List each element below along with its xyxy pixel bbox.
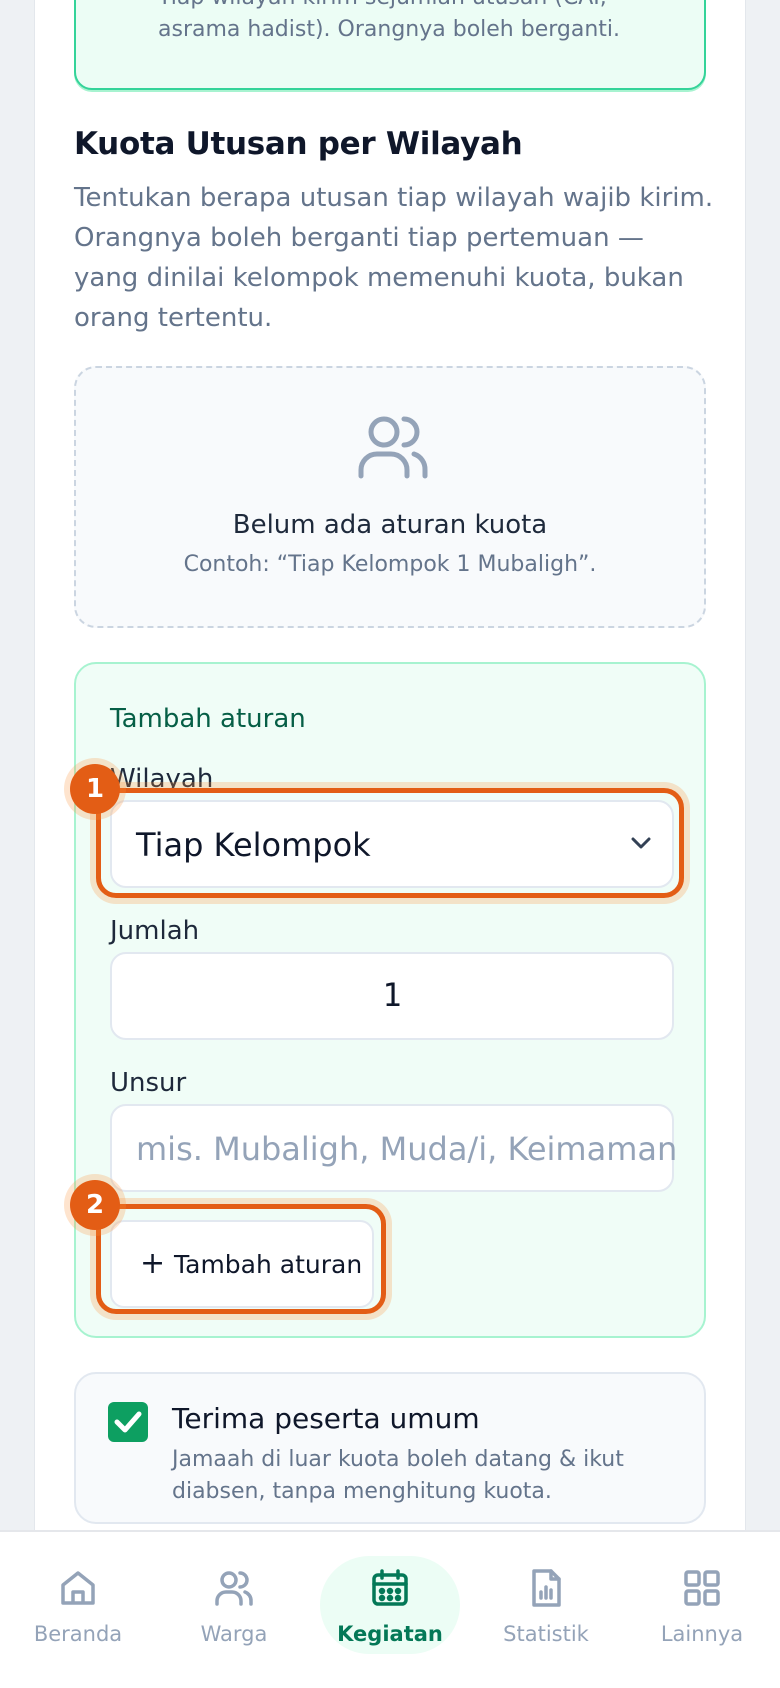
info-card-text: Tiap wilayah kirim sejumlah utusan (CAI,…	[158, 0, 658, 46]
home-icon	[61, 1571, 95, 1605]
nav-label-kegiatan: Kegiatan	[337, 1622, 443, 1646]
public-option-title: Terima peserta umum	[172, 1402, 480, 1435]
annotation-badge-1: 1	[70, 764, 120, 814]
section-title: Kuota Utusan per Wilayah	[74, 126, 523, 162]
unsur-label: Unsur	[110, 1068, 187, 1098]
info-line-1: Tiap wilayah kirim sejumlah utusan (CAI,	[158, 0, 658, 14]
nav-label-statistik: Statistik	[503, 1622, 589, 1646]
nav-item-beranda[interactable]: Beranda	[0, 1532, 156, 1688]
info-card: Tiap wilayah kirim sejumlah utusan (CAI,…	[74, 0, 706, 90]
calendar-icon	[372, 1569, 408, 1606]
jumlah-input[interactable]: 1	[110, 952, 674, 1040]
users-icon	[358, 416, 428, 479]
nav-label-warga: Warga	[200, 1622, 268, 1646]
highlight-add-button	[96, 1204, 386, 1314]
grid-icon	[684, 1570, 720, 1606]
info-line-2: asrama hadist). Orangnya boleh berganti.	[158, 17, 621, 42]
nav-item-kegiatan[interactable]: Kegiatan	[312, 1532, 468, 1688]
unsur-placeholder: mis. Mubaligh, Muda/i, Keimaman	[136, 1130, 678, 1168]
jumlah-label: Jumlah	[110, 916, 200, 946]
check-icon	[114, 1411, 142, 1433]
empty-state-subtitle: Contoh: “Tiap Kelompok 1 Mubaligh”.	[183, 552, 597, 577]
nav-item-warga[interactable]: Warga	[156, 1532, 312, 1688]
public-option-description: Jamaah di luar kuota boleh datang & ikut…	[172, 1447, 624, 1504]
empty-state-title: Belum ada aturan kuota	[232, 510, 548, 540]
public-checkbox[interactable]	[108, 1402, 148, 1442]
annotation-badge-2: 2	[70, 1180, 120, 1230]
add-rule-title: Tambah aturan	[110, 704, 306, 734]
empty-state: Belum ada aturan kuota Contoh: “Tiap Kel…	[74, 366, 706, 628]
unsur-input[interactable]: mis. Mubaligh, Muda/i, Keimaman	[110, 1104, 678, 1192]
jumlah-value: 1	[382, 976, 402, 1014]
chart-file-icon	[532, 1569, 561, 1607]
highlight-wilayah	[96, 788, 684, 898]
nav-label-beranda: Beranda	[33, 1622, 123, 1646]
users-icon	[215, 1571, 253, 1606]
public-option-card: Terima peserta umum Jamaah di luar kuota…	[74, 1372, 706, 1524]
nav-label-lainnya: Lainnya	[660, 1622, 744, 1646]
nav-item-lainnya[interactable]: Lainnya	[624, 1532, 780, 1688]
nav-item-statistik[interactable]: Statistik	[468, 1532, 624, 1688]
bottom-nav: Beranda Warga Kegiatan Statistik Lainnya	[0, 1530, 780, 1688]
section-description: Tentukan berapa utusan tiap wilayah waji…	[74, 183, 714, 333]
